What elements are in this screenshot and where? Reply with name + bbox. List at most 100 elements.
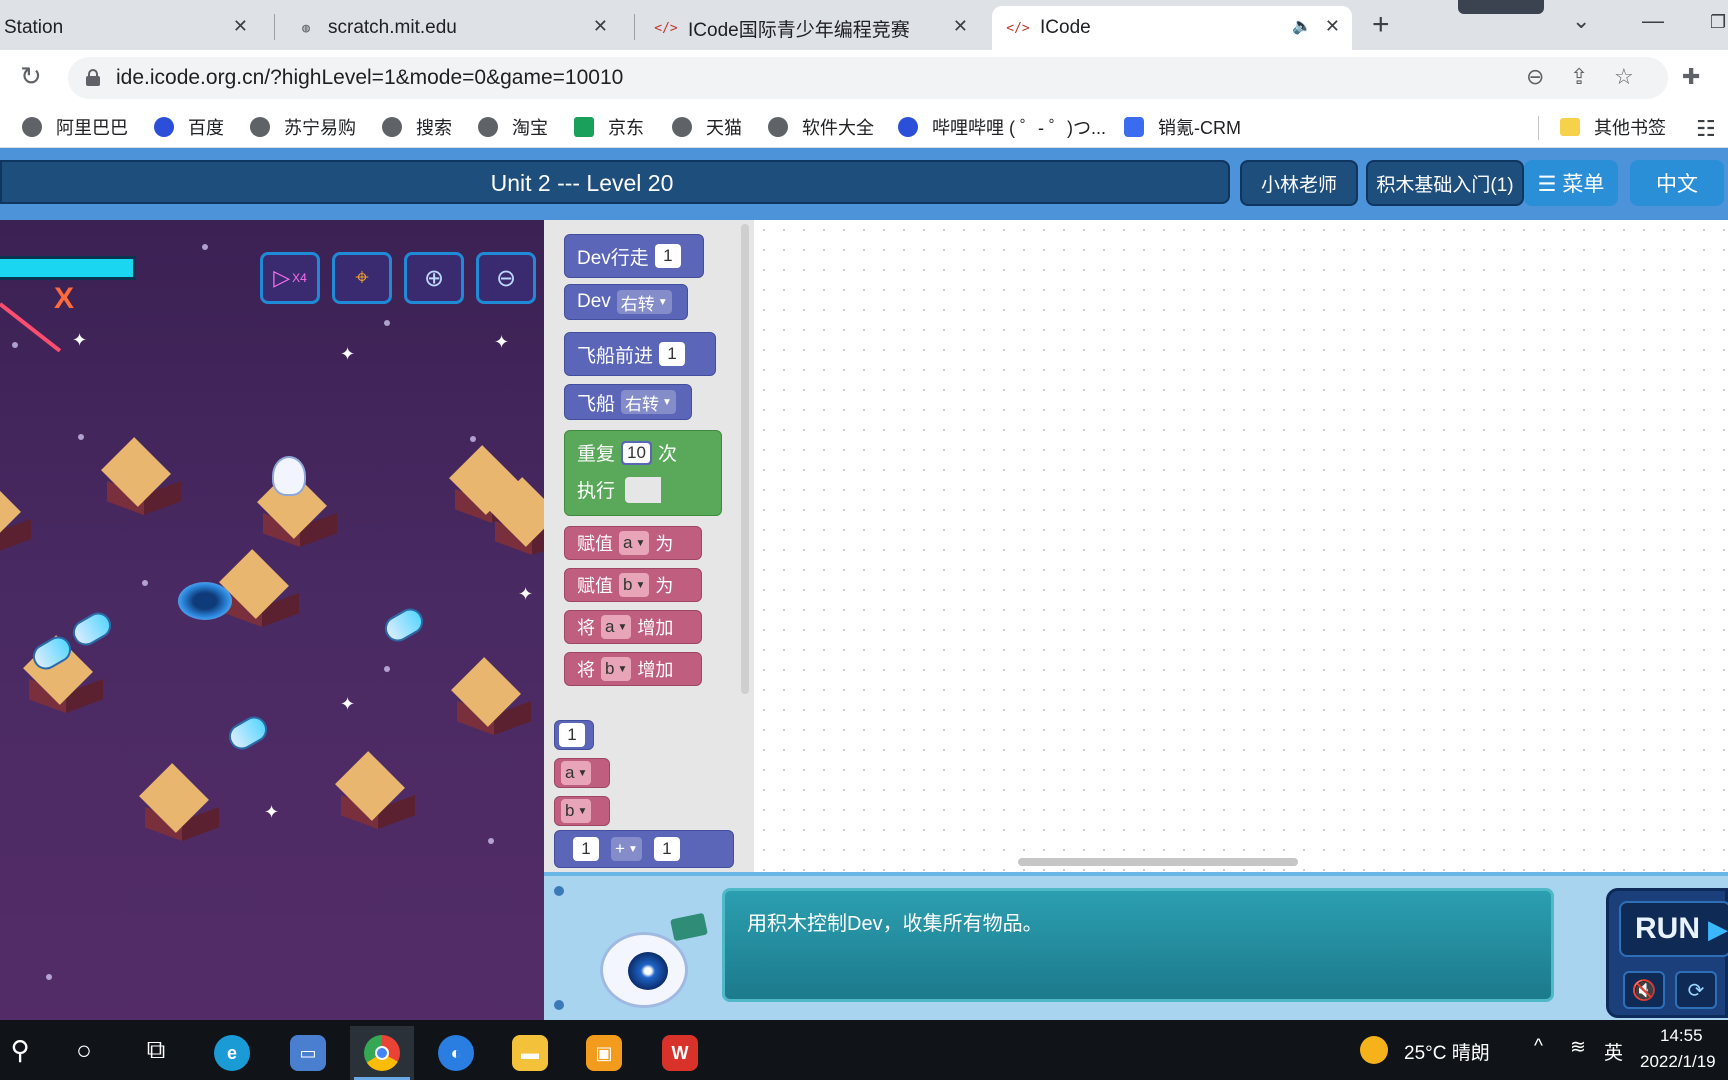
math-right-input[interactable]: 1 [653, 837, 680, 861]
variable-dropdown[interactable]: b ▼ [601, 657, 632, 681]
new-tab-button[interactable]: + [1372, 8, 1390, 42]
weather-sun-icon[interactable] [1360, 1036, 1388, 1064]
game-canvas[interactable]: ▷ X4 ⌖ ⊕ ⊖ X ✦ ✦ ✦ ✦ ✦ ✦ [0, 220, 544, 1020]
block-repeat[interactable]: 重复 10 次 执行 [564, 430, 722, 516]
app-icon[interactable]: ▣ [572, 1026, 636, 1080]
block-ship-turn[interactable]: 飞船 右转 ▼ [564, 384, 692, 420]
block-number-input[interactable]: 1 [654, 244, 681, 268]
star-dot [12, 342, 18, 348]
variable-dropdown[interactable]: a ▼ [561, 761, 592, 785]
close-icon[interactable]: ✕ [593, 16, 608, 37]
clock-time[interactable]: 14:55 [1660, 1026, 1703, 1046]
search-icon[interactable]: ⚲ [0, 1030, 40, 1070]
tab-icode-contest[interactable]: </> ICode国际青少年编程竞赛 ✕ [640, 6, 980, 50]
tab-label: ICode国际青少年编程竞赛 [688, 19, 910, 41]
bookmark-baidu[interactable]: 百度 [154, 114, 224, 140]
weather-text[interactable]: 25°C 晴朗 [1404, 1038, 1490, 1065]
block-increment-b[interactable]: 将 b ▼ 增加 [564, 652, 702, 686]
run-button[interactable]: RUN ▶ [1619, 901, 1728, 957]
speaker-icon[interactable]: 🔈 [1292, 16, 1312, 36]
code-icon: </> [654, 20, 678, 36]
variable-dropdown[interactable]: a ▼ [601, 615, 632, 639]
block-assign-b[interactable]: 赋值 b ▼ 为 [564, 568, 702, 602]
wifi-icon[interactable]: ≋ [1570, 1036, 1586, 1059]
teacher-button[interactable]: 小林老师 [1240, 160, 1358, 206]
zoom-out-icon[interactable]: ⊖ [476, 252, 536, 304]
minimize-icon[interactable]: — [1642, 8, 1664, 34]
cortana-icon[interactable]: ○ [64, 1030, 104, 1070]
edge-icon[interactable]: e [200, 1026, 264, 1080]
direction-dropdown[interactable]: 右转 ▼ [621, 390, 676, 414]
variable-dropdown[interactable]: b ▼ [619, 573, 650, 597]
operator-dropdown[interactable]: + ▼ [611, 837, 642, 861]
level-title: Unit 2 --- Level 20 [490, 170, 674, 196]
run-label: RUN [1635, 912, 1700, 945]
speed-button[interactable]: ▷ X4 [260, 252, 320, 304]
block-variable-b[interactable]: b ▼ [554, 796, 610, 826]
math-left-input[interactable]: 1 [573, 837, 599, 861]
block-dev-turn[interactable]: Dev 右转 ▼ [564, 284, 688, 320]
clock-date[interactable]: 2022/1/19 [1640, 1052, 1716, 1072]
language-button[interactable]: 中文 [1630, 160, 1724, 206]
reset-icon[interactable]: ⟳ [1675, 971, 1717, 1009]
block-increment-a[interactable]: 将 a ▼ 增加 [564, 610, 702, 644]
block-assign-a[interactable]: 赋值 a ▼ 为 [564, 526, 702, 560]
computer-icon[interactable]: ▭ [276, 1026, 340, 1080]
bookmark-software[interactable]: 软件大全 [768, 114, 874, 140]
close-icon[interactable]: ✕ [1325, 16, 1340, 37]
task-view-icon[interactable]: ⧉ [136, 1030, 176, 1070]
bookmark-jd[interactable]: 京东 [574, 114, 644, 140]
block-dev-walk[interactable]: Dev行走 1 [564, 234, 704, 278]
bookmark-tmall[interactable]: 天猫 [672, 114, 742, 140]
reload-icon[interactable]: ↻ [20, 61, 42, 92]
chevron-up-icon[interactable]: ^ [1534, 1036, 1543, 1058]
block-number-input[interactable]: 1 [659, 342, 686, 366]
mute-icon[interactable]: 🔇 [1623, 971, 1665, 1009]
bookmark-alibaba[interactable]: 阿里巴巴 [22, 114, 128, 140]
wps-icon[interactable]: W [648, 1026, 712, 1080]
omnibox[interactable]: ide.icode.org.cn/?highLevel=1&mode=0&gam… [68, 57, 1668, 99]
tab-icode[interactable]: </> ICode 🔈 ✕ [992, 6, 1352, 50]
browser-icon[interactable]: ◐ [424, 1026, 488, 1080]
dropdown-value: 右转 [620, 294, 655, 314]
direction-dropdown[interactable]: 右转 ▼ [616, 290, 672, 314]
restore-icon[interactable]: ❐ [1710, 12, 1726, 33]
chrome-icon[interactable] [350, 1026, 414, 1080]
block-math-operation[interactable]: 1 + ▼ 1 [554, 830, 734, 868]
bookmark-other[interactable]: 其他书签 [1560, 114, 1666, 140]
lock-icon[interactable] [86, 69, 100, 86]
map-pin-icon[interactable]: ⌖ [332, 252, 392, 304]
tab-station[interactable]: Station ✕ [0, 6, 260, 50]
bookmark-search[interactable]: 搜索 [382, 114, 452, 140]
share-icon[interactable]: ⇪ [1570, 64, 1588, 90]
variable-dropdown[interactable]: a ▼ [619, 531, 650, 555]
variable-dropdown[interactable]: b ▼ [561, 799, 592, 823]
bookmark-taobao[interactable]: 淘宝 [478, 114, 548, 140]
bookmark-suning[interactable]: 苏宁易购 [250, 114, 356, 140]
reading-list-icon[interactable]: ☷ [1696, 116, 1716, 142]
zoom-icon[interactable]: ⊖ [1526, 64, 1544, 90]
workspace-scrollbar[interactable] [1018, 858, 1298, 866]
bookmark-bilibili[interactable]: 哔哩哔哩 ( ゜- ゜)つ... [898, 114, 1106, 140]
menu-button[interactable]: ☰ 菜单 [1524, 160, 1618, 206]
block-number-input[interactable]: 1 [559, 723, 585, 747]
star-icon[interactable]: ☆ [1614, 64, 1634, 90]
bookmark-crm[interactable]: 销氪-CRM [1124, 114, 1241, 140]
url-text[interactable]: ide.icode.org.cn/?highLevel=1&mode=0&gam… [116, 66, 623, 90]
block-variable-a[interactable]: a ▼ [554, 758, 610, 788]
close-icon[interactable]: ✕ [233, 16, 248, 37]
extensions-icon[interactable]: ✚ [1682, 64, 1700, 90]
ime-indicator[interactable]: 英 [1604, 1038, 1623, 1065]
zoom-in-icon[interactable]: ⊕ [404, 252, 464, 304]
repeat-count-input[interactable]: 10 [621, 440, 652, 465]
palette-scrollbar[interactable] [741, 224, 749, 694]
folder-icon[interactable]: ▬ [498, 1026, 562, 1080]
block-ship-forward[interactable]: 飞船前进 1 [564, 332, 716, 376]
block-label: 赋值 [577, 534, 613, 554]
course-button[interactable]: 积木基础入门(1) [1366, 160, 1524, 206]
chevron-down-icon[interactable]: ⌄ [1572, 8, 1590, 34]
block-number[interactable]: 1 [554, 720, 594, 750]
close-icon[interactable]: ✕ [953, 16, 968, 37]
code-workspace[interactable] [754, 220, 1728, 872]
tab-scratch[interactable]: ◍ scratch.mit.edu ✕ [280, 6, 620, 50]
